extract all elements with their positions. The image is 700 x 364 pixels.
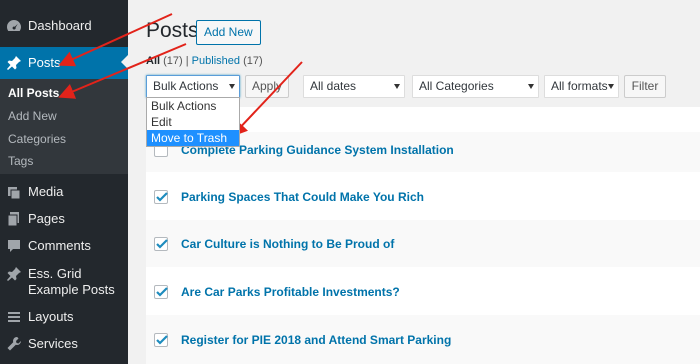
menu-pages-label: Pages — [28, 211, 65, 226]
admin-sidebar: Dashboard Posts All Posts Add New Catego… — [0, 0, 129, 364]
submenu-add-new[interactable]: Add New — [8, 109, 57, 123]
comment-bubble-icon — [0, 238, 28, 254]
menu-media[interactable]: Media — [0, 183, 128, 201]
filter-button[interactable]: Filter — [624, 75, 666, 98]
checkmark-icon — [156, 192, 168, 202]
post-title-link[interactable]: Car Culture is Nothing to Be Proud of — [181, 237, 394, 251]
page-title: Posts — [146, 19, 199, 42]
apply-button[interactable]: Apply — [245, 75, 289, 98]
menu-posts-label: Posts — [28, 55, 61, 70]
categories-select[interactable]: All Categories — [412, 75, 539, 98]
dashboard-icon — [0, 18, 28, 34]
post-title-link[interactable]: Are Car Parks Profitable Investments? — [181, 285, 400, 299]
menu-services[interactable]: Services — [0, 335, 128, 353]
checkmark-icon — [156, 335, 168, 345]
menu-layouts-label: Layouts — [28, 309, 74, 324]
checkmark-icon — [156, 287, 168, 297]
chevron-down-icon — [394, 84, 400, 89]
dropdown-option-move-to-trash[interactable]: Move to Trash — [147, 130, 239, 146]
bulk-actions-select[interactable]: Bulk Actions — [146, 75, 240, 98]
menu-ess-grid[interactable]: Ess. Grid Example Posts — [0, 266, 128, 298]
posts-submenu: All Posts Add New Categories Tags — [0, 79, 128, 174]
filter-separator: | — [185, 55, 189, 67]
menu-comments[interactable]: Comments — [0, 237, 128, 255]
menu-dashboard[interactable]: Dashboard — [0, 16, 128, 36]
wrench-icon — [0, 336, 28, 352]
submenu-tags[interactable]: Tags — [8, 154, 33, 168]
pushpin-icon — [0, 266, 28, 282]
menu-layouts[interactable]: Layouts — [0, 308, 128, 326]
filter-all[interactable]: All (17) — [146, 55, 183, 67]
menu-dashboard-label: Dashboard — [28, 18, 92, 33]
dates-value: All dates — [310, 79, 357, 93]
status-filter-links: All (17) | Published (17) — [146, 55, 263, 67]
formats-value: All formats — [551, 79, 608, 93]
row-checkbox[interactable] — [154, 333, 168, 347]
row-checkbox[interactable] — [154, 190, 168, 204]
dropdown-option-edit[interactable]: Edit — [147, 114, 239, 130]
chevron-down-icon — [528, 84, 534, 89]
layouts-icon — [0, 309, 28, 325]
bulk-actions-dropdown: Bulk Actions Edit Move to Trash — [146, 97, 240, 147]
dates-select[interactable]: All dates — [303, 75, 405, 98]
chevron-down-icon — [608, 84, 614, 89]
categories-value: All Categories — [419, 79, 494, 93]
submenu-categories[interactable]: Categories — [8, 132, 66, 146]
filter-published[interactable]: Published (17) — [192, 55, 263, 67]
add-new-button[interactable]: Add New — [196, 20, 261, 45]
post-title-link[interactable]: Register for PIE 2018 and Attend Smart P… — [181, 333, 451, 347]
row-checkbox[interactable] — [154, 285, 168, 299]
media-icon — [0, 184, 28, 200]
chevron-down-icon — [229, 84, 235, 89]
post-title-link[interactable]: Parking Spaces That Could Make You Rich — [181, 190, 424, 204]
bulk-actions-value: Bulk Actions — [153, 79, 219, 93]
submenu-all-posts[interactable]: All Posts — [8, 86, 59, 100]
menu-media-label: Media — [28, 184, 64, 199]
menu-services-label: Services — [28, 336, 78, 351]
menu-posts[interactable]: Posts — [0, 47, 128, 79]
dropdown-option-bulk-actions[interactable]: Bulk Actions — [147, 98, 239, 114]
row-checkbox[interactable] — [154, 237, 168, 251]
active-menu-notch — [121, 54, 129, 70]
pushpin-icon — [0, 55, 28, 71]
menu-comments-label: Comments — [28, 238, 91, 253]
checkmark-icon — [156, 239, 168, 249]
formats-select[interactable]: All formats — [544, 75, 619, 98]
menu-pages[interactable]: Pages — [0, 210, 128, 228]
pages-icon — [0, 211, 28, 227]
menu-ess-grid-label: Ess. Grid Example Posts — [28, 266, 115, 297]
